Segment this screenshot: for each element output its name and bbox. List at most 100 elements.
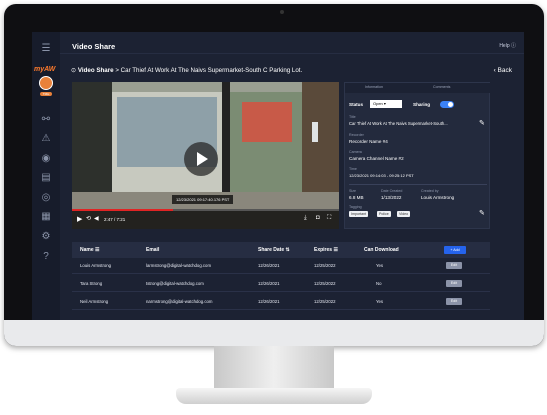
cell-share-date: 12/26/2021 — [258, 299, 280, 304]
col-download[interactable]: Can Download — [364, 247, 399, 253]
tag-chip[interactable]: Police — [377, 211, 391, 217]
document-icon[interactable]: ▤ — [40, 172, 52, 184]
page-title: Video Share — [72, 42, 116, 51]
help-icon[interactable]: ? — [40, 251, 52, 263]
created-value: 1/13/2022 — [381, 195, 402, 200]
table-row: Louis Armstrong larmstrong@digital-watchd… — [72, 258, 490, 274]
monitor: ☰ myAW TMH ⚯ ⚠ ◉ ▤ ◎ ▦ ⚙ ? Video Share H… — [4, 4, 544, 346]
breadcrumb-separator: > — [115, 67, 119, 74]
screen: ☰ myAW TMH ⚯ ⚠ ◉ ▤ ◎ ▦ ⚙ ? Video Share H… — [32, 32, 524, 324]
table-row: Neil Armstrong narmstrong@digital-watchdo… — [72, 294, 490, 310]
title-value: Car Thief At Work At The Naivs Supermark… — [349, 121, 448, 126]
col-share-date[interactable]: Share Date ⇅ — [258, 247, 290, 253]
recorder-value: Recorder Name #4 — [349, 139, 388, 144]
cell-share-date: 12/26/2021 — [258, 281, 280, 286]
back-circle-icon[interactable]: ⊙ — [71, 67, 76, 74]
cell-share-date: 12/26/2021 — [258, 263, 280, 268]
time-value: 12/23/2021 09:14:03 - 09:25:12 PST — [349, 173, 414, 178]
menu-icon[interactable]: ☰ — [40, 43, 52, 55]
tag-chip[interactable]: Video — [397, 211, 411, 217]
cell-download: Yes — [376, 299, 384, 304]
play-icon[interactable]: ▶ — [77, 215, 82, 223]
col-name[interactable]: Name ☰ — [80, 247, 100, 253]
monitor-stand-base — [176, 388, 372, 404]
breadcrumb-current: Car Thief At Work At The Naivs Supermark… — [120, 67, 303, 74]
user-icon[interactable]: ◎ — [40, 192, 52, 204]
chevron-down-icon: ▾ — [383, 101, 386, 106]
back-button[interactable]: ‹ Back — [494, 67, 512, 74]
app-logo: myAW — [34, 66, 56, 73]
video-progress[interactable] — [72, 209, 339, 211]
sidebar: ☰ myAW TMH ⚯ ⚠ ◉ ▤ ◎ ▦ ⚙ ? — [32, 32, 60, 324]
video-timestamp: 12/23/2021 09:17:40.176 PST — [172, 195, 234, 204]
alert-icon[interactable]: ⚠ — [40, 133, 52, 145]
webcam — [280, 10, 284, 14]
avatar[interactable] — [39, 76, 53, 90]
table-header: Name ☰ Email Share Date ⇅ Expires ☰ Can … — [72, 242, 490, 258]
video-time: 2:47 / 7:21 — [104, 217, 126, 222]
breadcrumb: ⊙ Video Share > Car Thief At Work At The… — [71, 67, 302, 74]
tab-information[interactable]: Information — [365, 85, 383, 89]
col-expires-label: Expires — [314, 247, 333, 253]
created-by-value: Louis Armstrong — [421, 195, 455, 200]
title-label: Title — [349, 115, 356, 119]
edit-title-icon[interactable]: ✎ — [479, 119, 485, 127]
cell-download: No — [376, 281, 382, 286]
cell-expires: 12/25/2022 — [314, 263, 336, 268]
breadcrumb-root[interactable]: Video Share — [78, 67, 114, 74]
size-value: 6.8 MB — [349, 195, 364, 200]
screenshot-icon[interactable]: ◘ — [316, 215, 320, 221]
download-icon[interactable]: ⤓ — [304, 215, 307, 222]
panel-tabs: Information Comments — [345, 83, 491, 93]
monitor-stand-neck — [214, 346, 334, 392]
share-table: Name ☰ Email Share Date ⇅ Expires ☰ Can … — [72, 242, 490, 314]
video-player[interactable]: 12/23/2021 09:17:40.176 PST ▶ ⟲ ◀ 2:47 /… — [72, 82, 339, 229]
help-label: Help — [499, 43, 510, 49]
rewind-icon[interactable]: ⟲ — [86, 215, 91, 222]
created-by-label: Created by — [421, 189, 439, 193]
size-label: Size — [349, 189, 356, 193]
play-overlay-button[interactable] — [184, 142, 218, 176]
settings-icon[interactable]: ⚙ — [40, 231, 52, 243]
edit-button[interactable]: Edit — [446, 280, 462, 287]
network-icon[interactable]: ⚯ — [40, 114, 52, 126]
status-select[interactable]: Open ▾ — [370, 100, 402, 108]
sharing-toggle[interactable] — [440, 101, 454, 108]
cell-email: tstrong@digital-watchdog.com — [146, 281, 204, 286]
cell-name: Tara Strong — [80, 281, 103, 286]
cell-email: larmstrong@digital-watchdog.com — [146, 263, 212, 268]
recorder-label: Recorder — [349, 133, 364, 137]
created-label: Date Created — [381, 189, 403, 193]
video-progress-fill — [72, 209, 174, 211]
col-share-date-label: Share Date — [258, 247, 285, 253]
monitor-chin — [4, 320, 544, 346]
tag-chip[interactable]: Important — [349, 211, 369, 217]
cell-download: Yes — [376, 263, 384, 268]
cell-email: narmstrong@digital-watchdog.com — [146, 299, 213, 304]
camera-value: Camera Channel Name #2 — [349, 156, 404, 161]
filter-icon: ☰ — [95, 247, 100, 253]
help-link[interactable]: Help ⓘ — [499, 42, 516, 49]
fullscreen-icon[interactable]: ⛶ — [327, 215, 331, 222]
camera-icon[interactable]: ◉ — [40, 153, 52, 165]
status-value: Open — [373, 101, 383, 106]
add-share-button[interactable]: + Add — [444, 246, 466, 254]
time-label: Time — [349, 167, 357, 171]
tagging-label: Tagging — [349, 205, 362, 209]
edit-button[interactable]: Edit — [446, 298, 462, 305]
sort-icon: ⇅ — [285, 247, 290, 253]
tab-comments[interactable]: Comments — [433, 85, 450, 89]
col-expires[interactable]: Expires ☰ — [314, 247, 338, 253]
edit-tags-icon[interactable]: ✎ — [479, 209, 485, 217]
volume-icon[interactable]: ◀ — [94, 215, 99, 222]
back-label: Back — [497, 67, 512, 74]
edit-button[interactable]: Edit — [446, 262, 462, 269]
cell-expires: 12/25/2022 — [314, 299, 336, 304]
col-name-label: Name — [80, 247, 94, 253]
avatar-badge: TMH — [40, 92, 52, 96]
camera-label: Camera — [349, 150, 362, 154]
panel-divider — [349, 184, 487, 185]
report-icon[interactable]: ▦ — [40, 211, 52, 223]
filter-icon: ☰ — [333, 247, 338, 253]
col-email[interactable]: Email — [146, 247, 159, 253]
